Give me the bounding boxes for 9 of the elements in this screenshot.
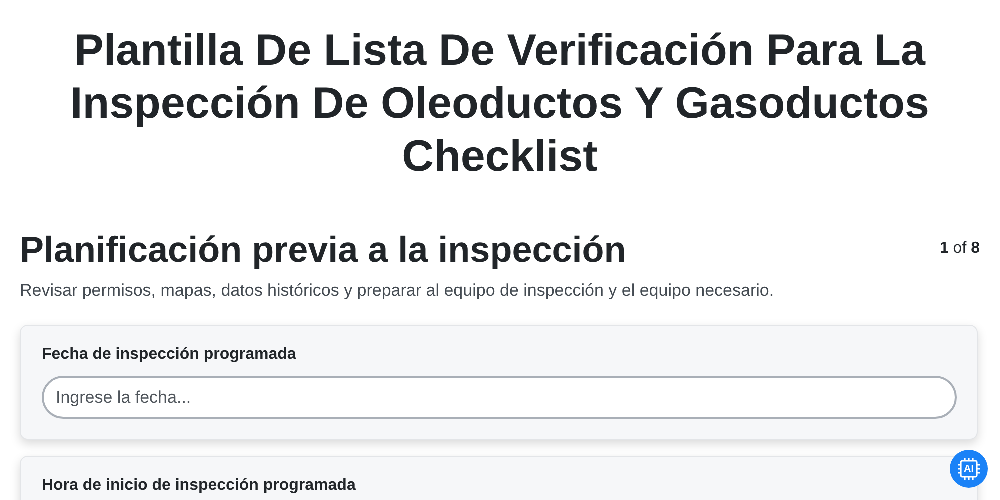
section-heading: Planificación previa a la inspección — [20, 228, 626, 272]
input-field[interactable]: Ingrese la fecha... — [42, 376, 957, 419]
ai-assistant-button[interactable]: AI — [950, 450, 988, 488]
step-counter: 1 of 8 — [940, 240, 980, 258]
section-description: Revisar permisos, mapas, datos históricos y preparar al equipo de inspección y el equipo necesario. — [20, 281, 776, 301]
field-label: Hora de inicio de inspección programada — [42, 477, 357, 495]
field-label: Fecha de inspección programada — [42, 346, 298, 364]
chip-icon — [957, 457, 981, 481]
page-title: Plantilla De Lista De Verificación Para La Inspección De Oleoductos Y Gasoductos Checklist — [69, 25, 931, 183]
